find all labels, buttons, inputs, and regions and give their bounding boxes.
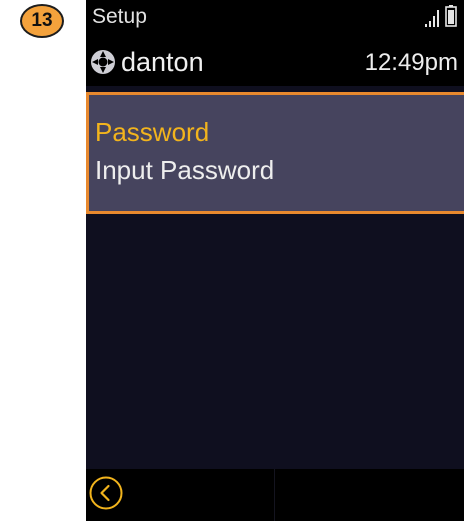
step-number-badge: 13 xyxy=(20,4,64,38)
softkey-bar xyxy=(86,469,464,521)
menu-item-subtitle: Input Password xyxy=(95,155,275,185)
user-row: danton xyxy=(90,47,204,77)
app-title: Setup xyxy=(92,5,147,28)
back-button[interactable] xyxy=(88,475,124,511)
clock: 12:49pm xyxy=(364,49,458,76)
back-chevron-icon xyxy=(100,484,110,502)
menu-item-password[interactable]: Password Input Password xyxy=(86,92,464,214)
username: danton xyxy=(121,47,204,77)
status-bar: Setup danton 12:49pm xyxy=(86,0,464,86)
signal-icon xyxy=(425,10,439,27)
phone-screen: Setup danton 12:49pm Password Input Pass… xyxy=(86,0,464,521)
menu-item-title: Password xyxy=(95,117,210,147)
user-status-icon xyxy=(91,50,115,74)
softkey-divider xyxy=(274,469,275,521)
battery-icon xyxy=(445,5,457,27)
